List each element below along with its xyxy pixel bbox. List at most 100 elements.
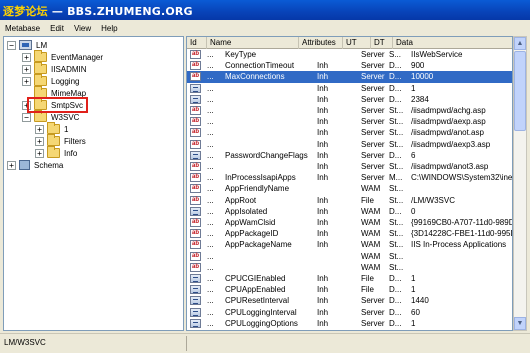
table-row[interactable]: ab... Inh Server St... /iisadmpwd/aexp3.asp [187, 139, 512, 150]
vertical-scrollbar[interactable]: ▲ ▼ [513, 36, 527, 331]
cell-ut: Server [361, 128, 385, 138]
tree-node-info[interactable]: + Info [35, 146, 77, 159]
string-value-icon: ab [190, 61, 201, 71]
expand-icon[interactable]: + [7, 160, 16, 170]
expand-icon[interactable]: + [35, 148, 44, 158]
cell-name: CPULoggingOptions [225, 318, 298, 328]
table-row[interactable]: ab... AppWamClsid Inh WAM St... {99169CB0-A70… [187, 217, 513, 228]
table-row[interactable]: ab... WAM St... [187, 251, 512, 262]
cell-dt: St... [389, 184, 404, 194]
cell-attributes: Inh [317, 296, 329, 306]
cell-dt: D... [389, 206, 402, 216]
cell-attributes: Inh [317, 94, 329, 104]
expand-icon[interactable]: + [22, 52, 31, 62]
table-row[interactable]: ... CPULoggingOptions Inh Server D... 1 [187, 318, 512, 329]
menu-edit[interactable]: Edit [49, 24, 65, 33]
table-row[interactable]: ... CPULoggingInterval Inh Server D... 60 [187, 307, 512, 318]
table-row[interactable]: ab... Inh Server St... /iisadmpwd/anot.asp [187, 127, 512, 138]
menu-metabase[interactable]: Metabase [4, 24, 41, 33]
table-row[interactable]: ab... ConnectionTimeout Inh Server D... 900 [187, 60, 512, 71]
table-row[interactable]: ab... AppFriendlyName WAM St... [187, 183, 512, 194]
cell-data: /iisadmpwd/achg.asp [411, 106, 486, 115]
cell-data: 1440 [411, 296, 429, 306]
cell-ut: WAM [361, 206, 381, 216]
collapse-icon[interactable]: − [22, 112, 31, 122]
column-header-data[interactable]: Data [393, 37, 512, 49]
menu-view[interactable]: View [73, 24, 92, 33]
table-row[interactable]: ab... AppPackageID Inh WAM St... {3D14228C-FB… [187, 228, 512, 239]
column-header-attributes[interactable]: Attributes [299, 37, 343, 49]
expand-icon[interactable]: + [35, 124, 44, 134]
cell-name: AppIsolated [225, 206, 268, 216]
table-row[interactable]: ab... Inh Server St... /iisadmpwd/anot3.asp [187, 161, 512, 172]
string-value-icon: ab [190, 218, 201, 227]
cell-ut: Server [361, 94, 385, 104]
cell-ut: Server [361, 318, 385, 328]
title-bar: 逐梦论坛 — BBS.ZHUMENG.ORG [0, 0, 530, 20]
cell-dt: D... [389, 83, 402, 93]
table-row[interactable]: ab... Inh Server St... /iisadmpwd/achg.asp [187, 105, 512, 116]
cell-dt: St... [389, 139, 404, 149]
cell-name [222, 83, 314, 94]
collapse-icon[interactable]: − [7, 40, 16, 50]
table-row[interactable]: ... Inh Server D... 1 [187, 83, 512, 94]
tree-node-label: 1 [64, 124, 69, 134]
cell-dt: D... [389, 61, 402, 71]
table-row[interactable]: ab... WAM St... [187, 262, 512, 273]
menu-help[interactable]: Help [100, 24, 118, 33]
schema-icon [19, 160, 30, 170]
scroll-down-icon[interactable]: ▼ [514, 317, 526, 330]
table-row[interactable]: ab... MaxConnections Inh Server D... 10000 [187, 71, 512, 83]
binary-value-icon [190, 274, 201, 283]
cell-id: ... [207, 139, 214, 149]
cell-dt: D... [389, 285, 402, 295]
cell-ut: Server [361, 296, 385, 306]
cell-attributes [314, 251, 358, 262]
expand-icon[interactable]: + [35, 136, 44, 146]
table-row[interactable]: ... CPUResetInterval Inh Server D... 1440 [187, 295, 512, 306]
cell-dt: St... [389, 106, 404, 115]
tree-node-filters[interactable]: + Filters [35, 134, 86, 147]
cell-attributes: Inh [317, 218, 329, 227]
table-row[interactable]: ... CPUAppEnabled Inh File D... 1 [187, 284, 512, 295]
cell-data: 10000 [411, 72, 434, 82]
scroll-thumb[interactable] [514, 51, 526, 131]
scroll-up-icon[interactable]: ▲ [514, 37, 526, 50]
cell-dt: D... [389, 150, 402, 160]
folder-icon [47, 122, 60, 134]
folder-icon [47, 146, 60, 158]
cell-name [222, 127, 314, 138]
string-value-icon: ab [190, 139, 201, 149]
cell-attributes: Inh [317, 318, 329, 328]
string-value-icon: ab [190, 262, 201, 272]
tree-node-iisadmin[interactable]: + IISADMIN [22, 62, 87, 75]
table-row[interactable]: ab... KeyType Server S... IIsWebService [187, 49, 512, 60]
cell-data: 1 [411, 318, 416, 328]
string-value-icon: ab [190, 117, 201, 127]
cell-name: KeyType [225, 50, 257, 59]
column-header-name[interactable]: Name [207, 37, 299, 49]
table-row[interactable]: ... CPUCGIEnabled Inh File D... 1 [187, 273, 512, 284]
table-row[interactable]: ... PasswordChangeFlags Inh Server D... 6 [187, 150, 512, 161]
table-row[interactable]: ab... Inh Server St... /iisadmpwd/aexp.asp [187, 116, 512, 127]
table-row[interactable]: ab... InProcessIsapiApps Inh Server M... C:\W… [187, 172, 512, 183]
table-row[interactable]: ab... AppRoot Inh File St... /LM/W3SVC [187, 195, 512, 206]
table-row[interactable]: ... AppIsolated Inh WAM D... 0 [187, 206, 512, 217]
cell-data: {99169CB0-A707-11d0-989D-0 [411, 218, 513, 227]
tree-node-schema[interactable]: + Schema [7, 159, 63, 171]
tree-node-label: Schema [34, 160, 64, 170]
cell-data: IIS In-Process Applications [411, 240, 507, 250]
expand-icon[interactable]: + [22, 64, 31, 74]
column-header-ut[interactable]: UT [343, 37, 371, 49]
cell-data: 2384 [411, 94, 429, 104]
column-header-dt[interactable]: DT [371, 37, 393, 49]
table-row[interactable]: ab... AppPackageName Inh WAM St... IIS In-Pro… [187, 239, 512, 250]
cell-attributes [314, 262, 358, 273]
table-row[interactable]: ... Inh Server D... 2384 [187, 94, 512, 105]
cell-data: /iisadmpwd/aexp3.asp [411, 139, 491, 149]
column-header-id[interactable]: Id [187, 37, 207, 49]
tree-node-logging[interactable]: + Logging [22, 74, 79, 87]
cell-ut: Server [361, 106, 385, 115]
property-list[interactable]: Id Name Attributes UT DT Data ab... KeyTy… [186, 36, 513, 331]
expand-icon[interactable]: + [22, 76, 31, 86]
